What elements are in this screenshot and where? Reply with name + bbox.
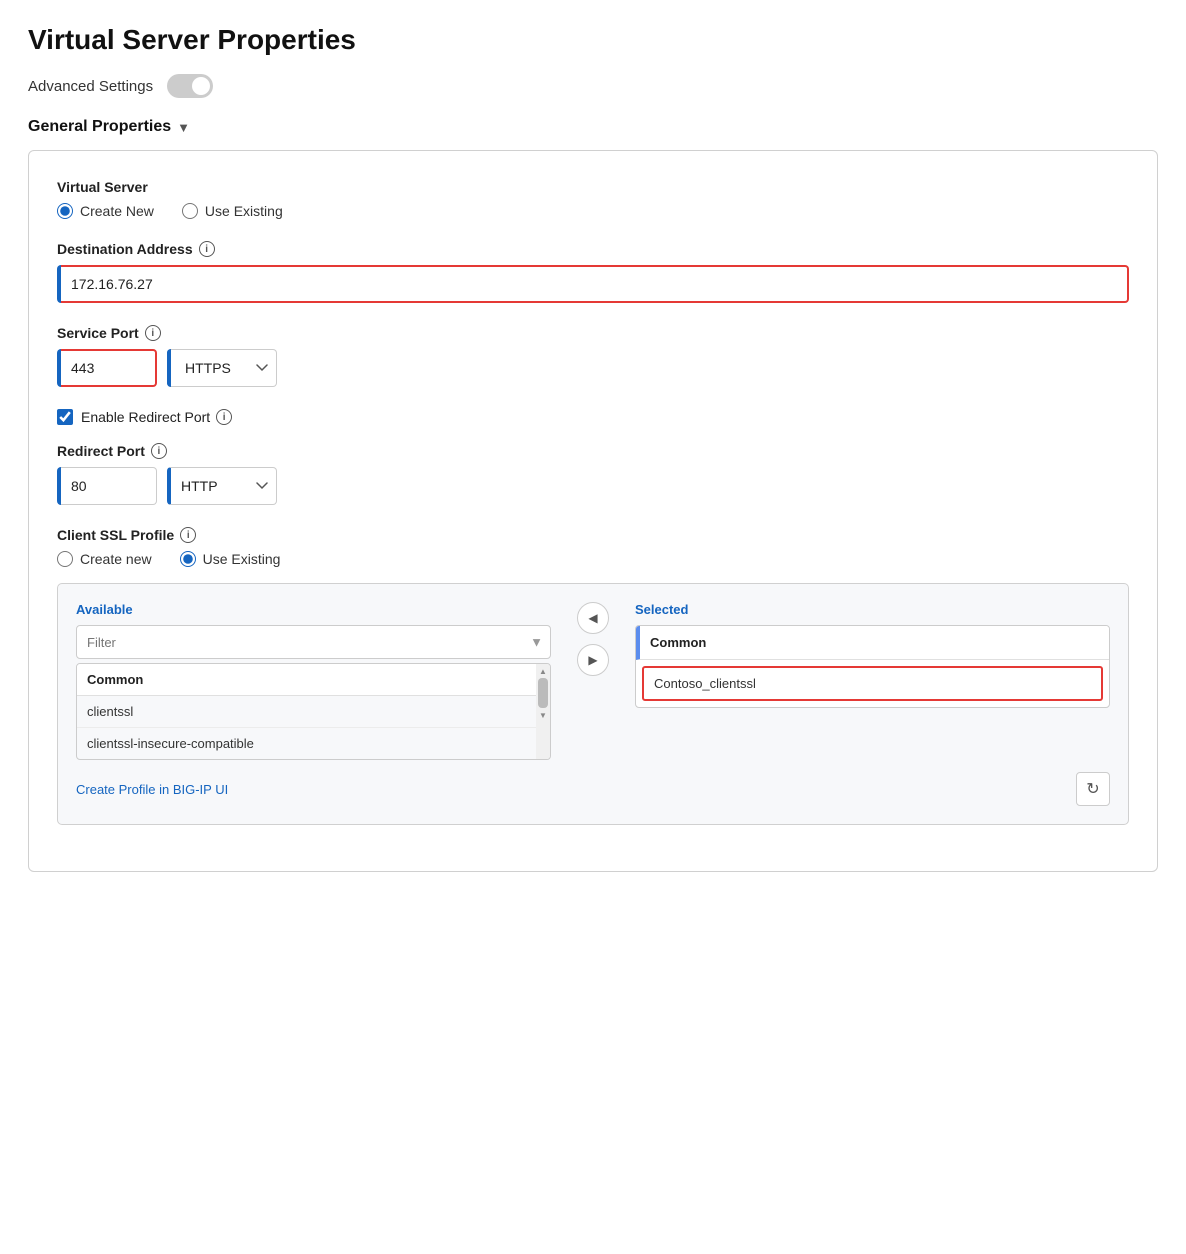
virtual-server-create-new-radio[interactable] <box>57 203 73 219</box>
redirect-port-row: HTTP HTTPS Other <box>57 467 1129 505</box>
service-port-protocol-select[interactable]: HTTPS HTTP Other <box>167 349 277 387</box>
destination-address-input[interactable] <box>61 265 1129 303</box>
filter-icon: ▼ <box>530 635 543 650</box>
service-port-field: Service Port i HTTPS HTTP Other <box>57 325 1129 387</box>
enable-redirect-port-label: Enable Redirect Port i <box>81 409 232 425</box>
available-list-item-clientssl[interactable]: clientssl <box>77 696 536 728</box>
general-properties-section: General Properties ▼ <box>28 118 1158 136</box>
virtual-server-label: Virtual Server <box>57 179 1129 195</box>
virtual-server-use-existing-option[interactable]: Use Existing <box>182 203 283 219</box>
client-ssl-profile-radio-group: Create new Use Existing <box>57 551 1129 567</box>
move-left-button[interactable]: ◀ <box>577 602 609 634</box>
scroll-down-arrow[interactable]: ▼ <box>538 710 548 720</box>
service-port-protocol-left-bar <box>167 349 171 387</box>
available-panel-label: Available <box>76 602 551 617</box>
selected-item[interactable]: Contoso_clientssl <box>642 666 1103 701</box>
service-port-protocol-wrap: HTTPS HTTP Other <box>167 349 277 387</box>
advanced-settings-toggle[interactable] <box>167 74 213 98</box>
client-ssl-profile-info-icon: i <box>180 527 196 543</box>
properties-card: Virtual Server Create New Use Existing D… <box>28 150 1158 872</box>
service-port-row: HTTPS HTTP Other <box>57 349 1129 387</box>
page-title: Virtual Server Properties <box>28 24 1158 56</box>
transfer-arrows: ◀ ▶ <box>569 602 617 676</box>
redirect-port-info-icon: i <box>151 443 167 459</box>
available-group-header: Common <box>77 664 536 696</box>
available-filter-input[interactable] <box>76 625 551 659</box>
destination-address-info-icon: i <box>199 241 215 257</box>
create-profile-link[interactable]: Create Profile in BIG-IP UI <box>76 782 228 797</box>
scroll-up-arrow[interactable]: ▲ <box>538 666 548 676</box>
available-list-item-clientssl-insecure[interactable]: clientssl-insecure-compatible <box>77 728 536 759</box>
redirect-port-input[interactable] <box>61 467 157 505</box>
service-port-info-icon: i <box>145 325 161 341</box>
destination-address-label: Destination Address i <box>57 241 1129 257</box>
selected-panel: Selected Common Contoso_clientssl <box>635 602 1110 708</box>
refresh-button[interactable]: ↻ <box>1076 772 1110 806</box>
general-properties-label: General Properties <box>28 118 171 136</box>
redirect-port-input-wrap <box>57 467 157 505</box>
client-ssl-use-existing-option[interactable]: Use Existing <box>180 551 281 567</box>
client-ssl-create-new-label: Create new <box>80 551 152 567</box>
selected-panel-label: Selected <box>635 602 1110 617</box>
redirect-port-protocol-select[interactable]: HTTP HTTPS Other <box>167 467 277 505</box>
available-list: Common clientssl clientssl-insecure-comp… <box>76 663 551 760</box>
client-ssl-profile-label: Client SSL Profile i <box>57 527 1129 543</box>
selected-group-header: Common <box>636 626 1109 660</box>
move-right-button[interactable]: ▶ <box>577 644 609 676</box>
ssl-section: Available ▼ Common clientssl clientssl-i… <box>57 583 1129 825</box>
selected-item-wrap: Contoso_clientssl <box>636 660 1109 707</box>
service-port-label: Service Port i <box>57 325 1129 341</box>
virtual-server-field: Virtual Server Create New Use Existing <box>57 179 1129 219</box>
available-scrollbar[interactable]: ▲ ▼ <box>536 664 550 759</box>
redirect-port-label: Redirect Port i <box>57 443 1129 459</box>
dual-panel: Available ▼ Common clientssl clientssl-i… <box>76 602 1110 760</box>
ssl-bottom-row: Create Profile in BIG-IP UI ↻ <box>76 772 1110 806</box>
service-port-input[interactable] <box>61 349 157 387</box>
client-ssl-profile-field: Client SSL Profile i Create new Use Exis… <box>57 527 1129 825</box>
general-properties-chevron[interactable]: ▼ <box>177 120 190 135</box>
virtual-server-use-existing-radio[interactable] <box>182 203 198 219</box>
advanced-settings-label: Advanced Settings <box>28 78 153 95</box>
client-ssl-use-existing-label: Use Existing <box>203 551 281 567</box>
virtual-server-create-new-option[interactable]: Create New <box>57 203 154 219</box>
available-panel: Available ▼ Common clientssl clientssl-i… <box>76 602 551 760</box>
virtual-server-create-new-label: Create New <box>80 203 154 219</box>
enable-redirect-port-info-icon: i <box>216 409 232 425</box>
virtual-server-use-existing-label: Use Existing <box>205 203 283 219</box>
redirect-port-field: Redirect Port i HTTP HTTPS Other <box>57 443 1129 505</box>
client-ssl-use-existing-radio[interactable] <box>180 551 196 567</box>
available-list-content: Common clientssl clientssl-insecure-comp… <box>77 664 536 759</box>
client-ssl-create-new-radio[interactable] <box>57 551 73 567</box>
scrollbar-thumb[interactable] <box>538 678 548 708</box>
filter-wrap: ▼ <box>76 625 551 659</box>
selected-list-box: Common Contoso_clientssl <box>635 625 1110 708</box>
enable-redirect-port-row: Enable Redirect Port i <box>57 409 1129 425</box>
destination-address-input-wrap <box>57 265 1129 303</box>
service-port-input-wrap <box>57 349 157 387</box>
destination-address-field: Destination Address i <box>57 241 1129 303</box>
client-ssl-create-new-option[interactable]: Create new <box>57 551 152 567</box>
enable-redirect-port-checkbox[interactable] <box>57 409 73 425</box>
virtual-server-radio-group: Create New Use Existing <box>57 203 1129 219</box>
